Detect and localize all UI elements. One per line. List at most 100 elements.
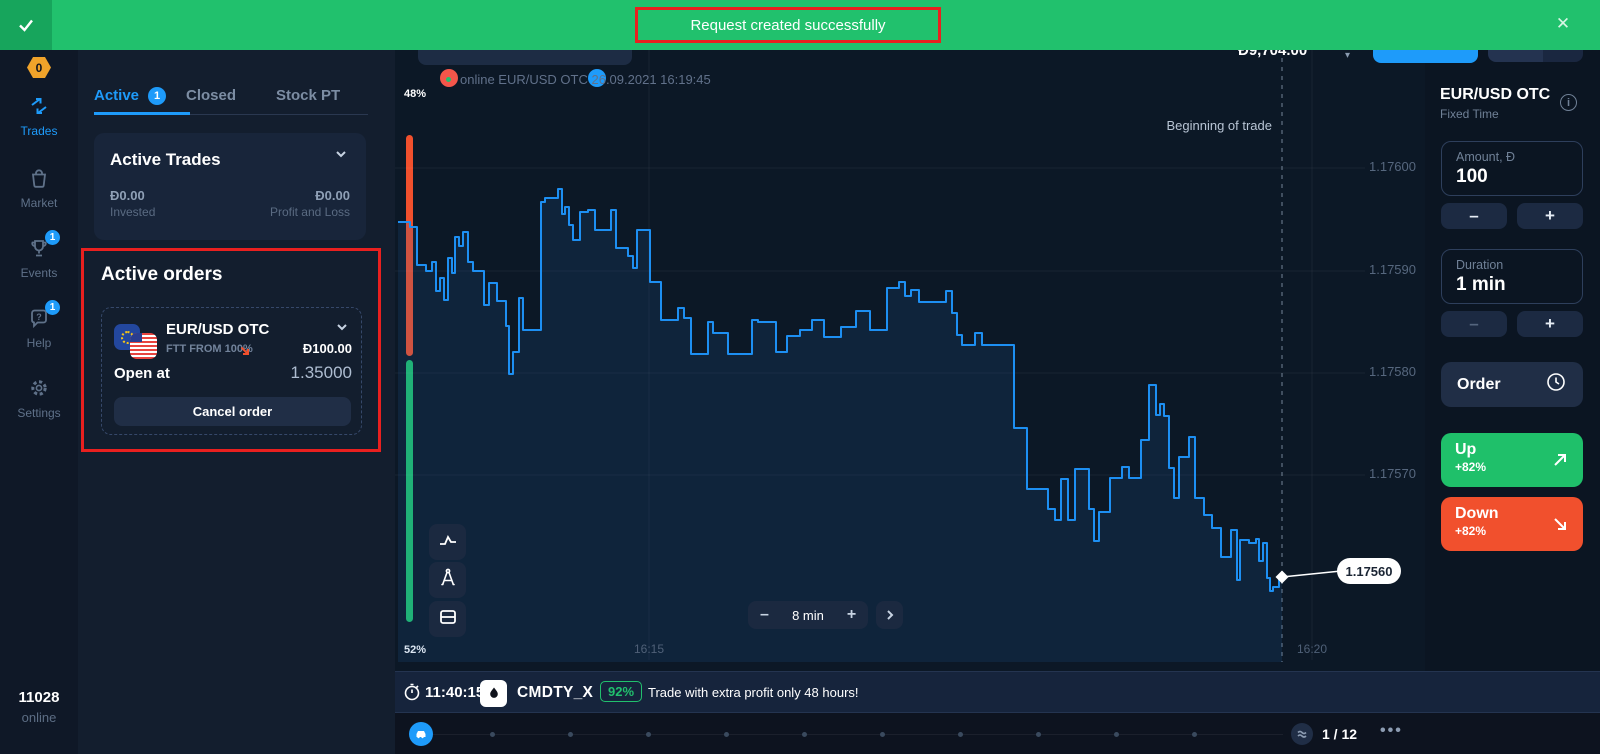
sidebar-item-market[interactable]: Market: [0, 166, 78, 210]
down-button[interactable]: Down +82%: [1441, 497, 1583, 551]
open-at-label: Open at: [114, 365, 170, 382]
amount-plus-button[interactable]: +: [1517, 203, 1583, 229]
sidebar-item-label: Market: [0, 196, 78, 210]
current-price-tag: 1.17560: [1337, 558, 1401, 584]
chevron-down-icon[interactable]: [335, 320, 349, 339]
duration-minus-button[interactable]: –: [1441, 311, 1507, 337]
amount-value[interactable]: 100: [1456, 166, 1568, 188]
tabs-divider: [190, 114, 368, 115]
order-button[interactable]: Order: [1441, 362, 1583, 407]
carousel-dot[interactable]: [646, 732, 651, 737]
trophy-icon: [27, 249, 51, 263]
up-button[interactable]: Up +82%: [1441, 433, 1583, 487]
layout-button[interactable]: [429, 601, 466, 637]
chart-zoom-control: – 8 min +: [748, 601, 868, 629]
sidebar-item-settings[interactable]: Settings: [0, 376, 78, 420]
account-id: 11028: [0, 689, 78, 706]
carousel-dot[interactable]: [802, 732, 807, 737]
promo-bar[interactable]: 11:40:15 CMDTY_X 92% Trade with extra pr…: [395, 671, 1600, 713]
chart-type-button[interactable]: [429, 524, 466, 560]
help-count-badge: 1: [45, 300, 60, 315]
price-axis-label: 1.17580: [1350, 364, 1416, 379]
cancel-order-button[interactable]: Cancel order: [114, 397, 351, 426]
info-icon[interactable]: i: [1560, 94, 1577, 111]
active-orders-highlight: Active orders EUR/USD OTC FTT FROM 100% …: [81, 248, 381, 452]
notification-hex-badge[interactable]: 0: [27, 57, 51, 78]
help-bubble-icon: ?: [27, 319, 51, 333]
sidebar-item-help[interactable]: 1 ? Help: [0, 306, 78, 350]
carousel-category-icon[interactable]: [1291, 723, 1313, 745]
active-trades-card[interactable]: Active Trades Đ0.00 Invested Đ0.00 Profi…: [94, 133, 366, 240]
instrument-name[interactable]: EUR/USD OTC: [1440, 86, 1550, 104]
trades-icon: [27, 107, 51, 121]
tab-active[interactable]: Active1: [94, 87, 166, 105]
sidebar-item-trades[interactable]: Trades: [0, 94, 78, 138]
carousel-dot[interactable]: [1036, 732, 1041, 737]
carousel-dot[interactable]: [1114, 732, 1119, 737]
stopwatch-icon: [403, 683, 421, 706]
carousel-dot[interactable]: [568, 732, 573, 737]
current-price-diamond: [1275, 570, 1288, 583]
pnl-value: Đ0.00: [315, 188, 350, 203]
carousel-track: [433, 733, 1283, 736]
active-count-badge: 1: [148, 87, 166, 105]
price-axis-label: 1.17570: [1350, 466, 1416, 481]
active-trades-title: Active Trades: [110, 150, 221, 170]
trading-app: 0 Trades Market 1: [0, 0, 1600, 754]
usd-flag-icon: [130, 333, 157, 359]
compass-icon: [437, 567, 459, 594]
carousel-current-icon[interactable]: [409, 722, 433, 746]
price-axis-label: 1.17600: [1350, 159, 1416, 174]
commodity-icon: [480, 680, 507, 707]
duration-field[interactable]: Duration 1 min: [1441, 249, 1583, 304]
pnl-label: Profit and Loss: [270, 205, 350, 219]
amount-field[interactable]: Amount, Đ 100: [1441, 141, 1583, 196]
line-chart-icon: [437, 529, 459, 556]
close-icon[interactable]: ✕: [1548, 14, 1578, 36]
invested-value: Đ0.00: [110, 188, 145, 203]
carousel-dot[interactable]: [958, 732, 963, 737]
sidebar-item-events[interactable]: 1 Events: [0, 236, 78, 280]
order-card[interactable]: EUR/USD OTC FTT FROM 100% Đ100.00 Open a…: [101, 307, 362, 435]
checkmark-icon: [16, 15, 36, 35]
amount-minus-button[interactable]: –: [1441, 203, 1507, 229]
order-amount: Đ100.00: [252, 341, 352, 356]
sidebar-item-label: Trades: [0, 124, 78, 138]
promo-asset-name[interactable]: CMDTY_X: [517, 684, 593, 702]
zoom-range-value[interactable]: 8 min: [781, 608, 835, 623]
duration-label: Duration: [1456, 258, 1568, 272]
sidebar-item-label: Settings: [0, 406, 78, 420]
carousel-dot[interactable]: [724, 732, 729, 737]
promo-carousel: 1 / 12 •••: [395, 713, 1600, 754]
clock-icon: [1545, 371, 1567, 398]
price-chart[interactable]: [395, 50, 1425, 668]
zoom-out-button[interactable]: –: [748, 606, 781, 624]
promo-countdown: 11:40:15: [425, 684, 484, 701]
sidebar-item-label: Help: [0, 336, 78, 350]
order-pair: EUR/USD OTC: [166, 321, 269, 338]
market-bag-icon: [27, 179, 51, 193]
duration-plus-button[interactable]: +: [1517, 311, 1583, 337]
tab-stock-pt[interactable]: Stock PT: [276, 87, 340, 104]
carousel-dot[interactable]: [880, 732, 885, 737]
zoom-in-button[interactable]: +: [835, 606, 868, 624]
invested-label: Invested: [110, 205, 155, 219]
svg-text:?: ?: [36, 312, 42, 322]
trades-panel: Trades Active1 Closed Stock PT Active Tr…: [78, 0, 395, 754]
carousel-page-indicator: 1 / 12: [1322, 726, 1357, 742]
active-orders-title: Active orders: [101, 264, 222, 286]
gear-icon: [27, 389, 51, 403]
promo-message: Trade with extra profit only 48 hours!: [648, 685, 859, 700]
carousel-dot[interactable]: [1192, 732, 1197, 737]
duration-value[interactable]: 1 min: [1456, 274, 1568, 296]
banner-check-section: [0, 0, 52, 50]
scroll-forward-button[interactable]: [876, 601, 903, 629]
drawing-tools-button[interactable]: [429, 562, 466, 598]
tab-closed[interactable]: Closed: [186, 87, 236, 104]
chevron-down-icon[interactable]: [334, 147, 348, 166]
carousel-dot[interactable]: [490, 732, 495, 737]
beginning-of-trade-label: Beginning of trade: [1158, 118, 1272, 133]
down-direction-icon: [239, 344, 251, 362]
carousel-more-button[interactable]: •••: [1380, 722, 1403, 740]
account-status: online: [0, 710, 78, 725]
